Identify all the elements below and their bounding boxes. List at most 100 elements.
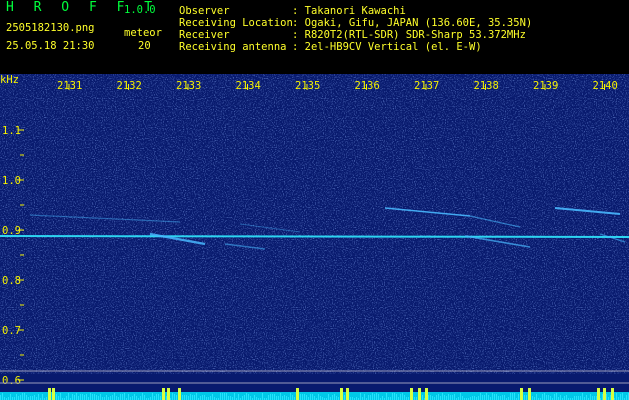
level-tick — [10, 394, 11, 400]
level-tick — [592, 396, 593, 400]
meteor-label: meteor — [124, 27, 162, 39]
y-unit-label: kHz — [0, 74, 19, 86]
level-tick — [574, 396, 575, 400]
level-tick — [156, 394, 157, 400]
level-tick — [194, 395, 195, 400]
level-tick — [364, 394, 365, 400]
level-tick — [144, 395, 145, 400]
level-tick — [500, 396, 501, 400]
level-tick — [136, 396, 137, 400]
level-tick — [74, 395, 75, 400]
meteor-level-bar — [597, 388, 600, 400]
level-tick — [124, 393, 125, 400]
level-tick — [204, 395, 205, 400]
app-version: 1.0.0 — [124, 4, 156, 16]
level-tick — [478, 396, 479, 400]
level-tick — [166, 396, 167, 400]
level-tick — [246, 393, 247, 400]
level-tick — [92, 394, 93, 400]
level-tick — [154, 396, 155, 400]
level-tick — [462, 396, 463, 400]
antenna-value: : 2el-HB9CV Vertical (el. E-W) — [292, 41, 482, 53]
level-tick — [20, 395, 21, 400]
level-tick — [442, 393, 443, 400]
level-tick — [594, 396, 595, 400]
level-tick — [106, 395, 107, 400]
level-tick — [254, 395, 255, 400]
meteor-level-bar — [603, 388, 606, 400]
level-tick — [112, 395, 113, 400]
level-tick — [140, 396, 141, 400]
level-tick — [524, 395, 525, 400]
level-tick — [244, 395, 245, 400]
level-tick — [190, 394, 191, 400]
y-tick-label: 1.0 — [2, 175, 21, 187]
level-tick — [220, 393, 221, 400]
level-tick — [564, 396, 565, 400]
level-tick — [158, 394, 159, 400]
level-tick — [34, 395, 35, 400]
meteor-count: 20 — [138, 40, 151, 52]
level-tick — [188, 396, 189, 400]
level-tick — [100, 394, 101, 400]
level-tick — [186, 395, 187, 400]
level-tick — [238, 394, 239, 400]
level-tick — [504, 395, 505, 400]
level-tick — [496, 394, 497, 400]
meteor-level-bar — [611, 388, 614, 400]
level-tick — [576, 396, 577, 400]
spectrogram-canvas: kHz 2131 2132 2133 2134 2135 2136 2137 2138 2139… — [0, 74, 629, 400]
level-tick — [472, 396, 473, 400]
level-tick — [224, 393, 225, 400]
y-tick-label: 0.8 — [2, 275, 21, 287]
level-tick — [290, 393, 291, 400]
level-tick — [590, 394, 591, 400]
level-tick — [394, 393, 395, 400]
level-tick — [292, 395, 293, 400]
level-tick — [300, 394, 301, 400]
level-tick — [76, 393, 77, 400]
level-tick — [616, 393, 617, 400]
level-tick — [32, 396, 33, 400]
level-tick — [610, 395, 611, 400]
header-panel: H R O F F T 1.0.0 2505182130.png meteor … — [0, 0, 629, 74]
level-tick — [450, 395, 451, 400]
y-tick-label: 0.6 — [2, 375, 21, 387]
level-tick — [422, 395, 423, 400]
x-tick-label: 2132 — [117, 80, 142, 92]
meteor-level-bar — [340, 388, 343, 400]
level-tick — [554, 394, 555, 400]
observer-value: : Takanori Kawachi — [292, 5, 406, 17]
level-tick — [486, 393, 487, 400]
level-tick — [482, 395, 483, 400]
level-tick — [82, 394, 83, 400]
level-tick — [222, 393, 223, 400]
level-tick — [210, 396, 211, 400]
receiver-label: Receiver — [179, 29, 230, 41]
level-tick — [78, 396, 79, 400]
level-tick — [182, 395, 183, 400]
x-tick-label: 2134 — [236, 80, 261, 92]
level-tick — [360, 393, 361, 400]
meteor-level-bar — [410, 388, 413, 400]
level-tick — [272, 394, 273, 400]
level-tick — [2, 393, 3, 400]
level-tick — [152, 393, 153, 400]
level-tick — [602, 394, 603, 400]
meteor-level-bar — [520, 388, 523, 400]
y-tick-label: 1.1 — [2, 125, 21, 137]
x-tick-label: 2138 — [474, 80, 499, 92]
level-tick — [580, 396, 581, 400]
level-tick — [16, 394, 17, 400]
level-tick — [174, 394, 175, 400]
timestamp: 25.05.18 21:30 — [6, 40, 95, 52]
meteor-level-bar — [167, 388, 170, 400]
level-tick — [474, 396, 475, 400]
x-tick-label: 2139 — [533, 80, 558, 92]
level-tick — [502, 395, 503, 400]
level-tick — [98, 396, 99, 400]
level-tick — [430, 395, 431, 400]
level-tick — [242, 396, 243, 400]
level-tick — [314, 396, 315, 400]
level-tick — [42, 394, 43, 400]
